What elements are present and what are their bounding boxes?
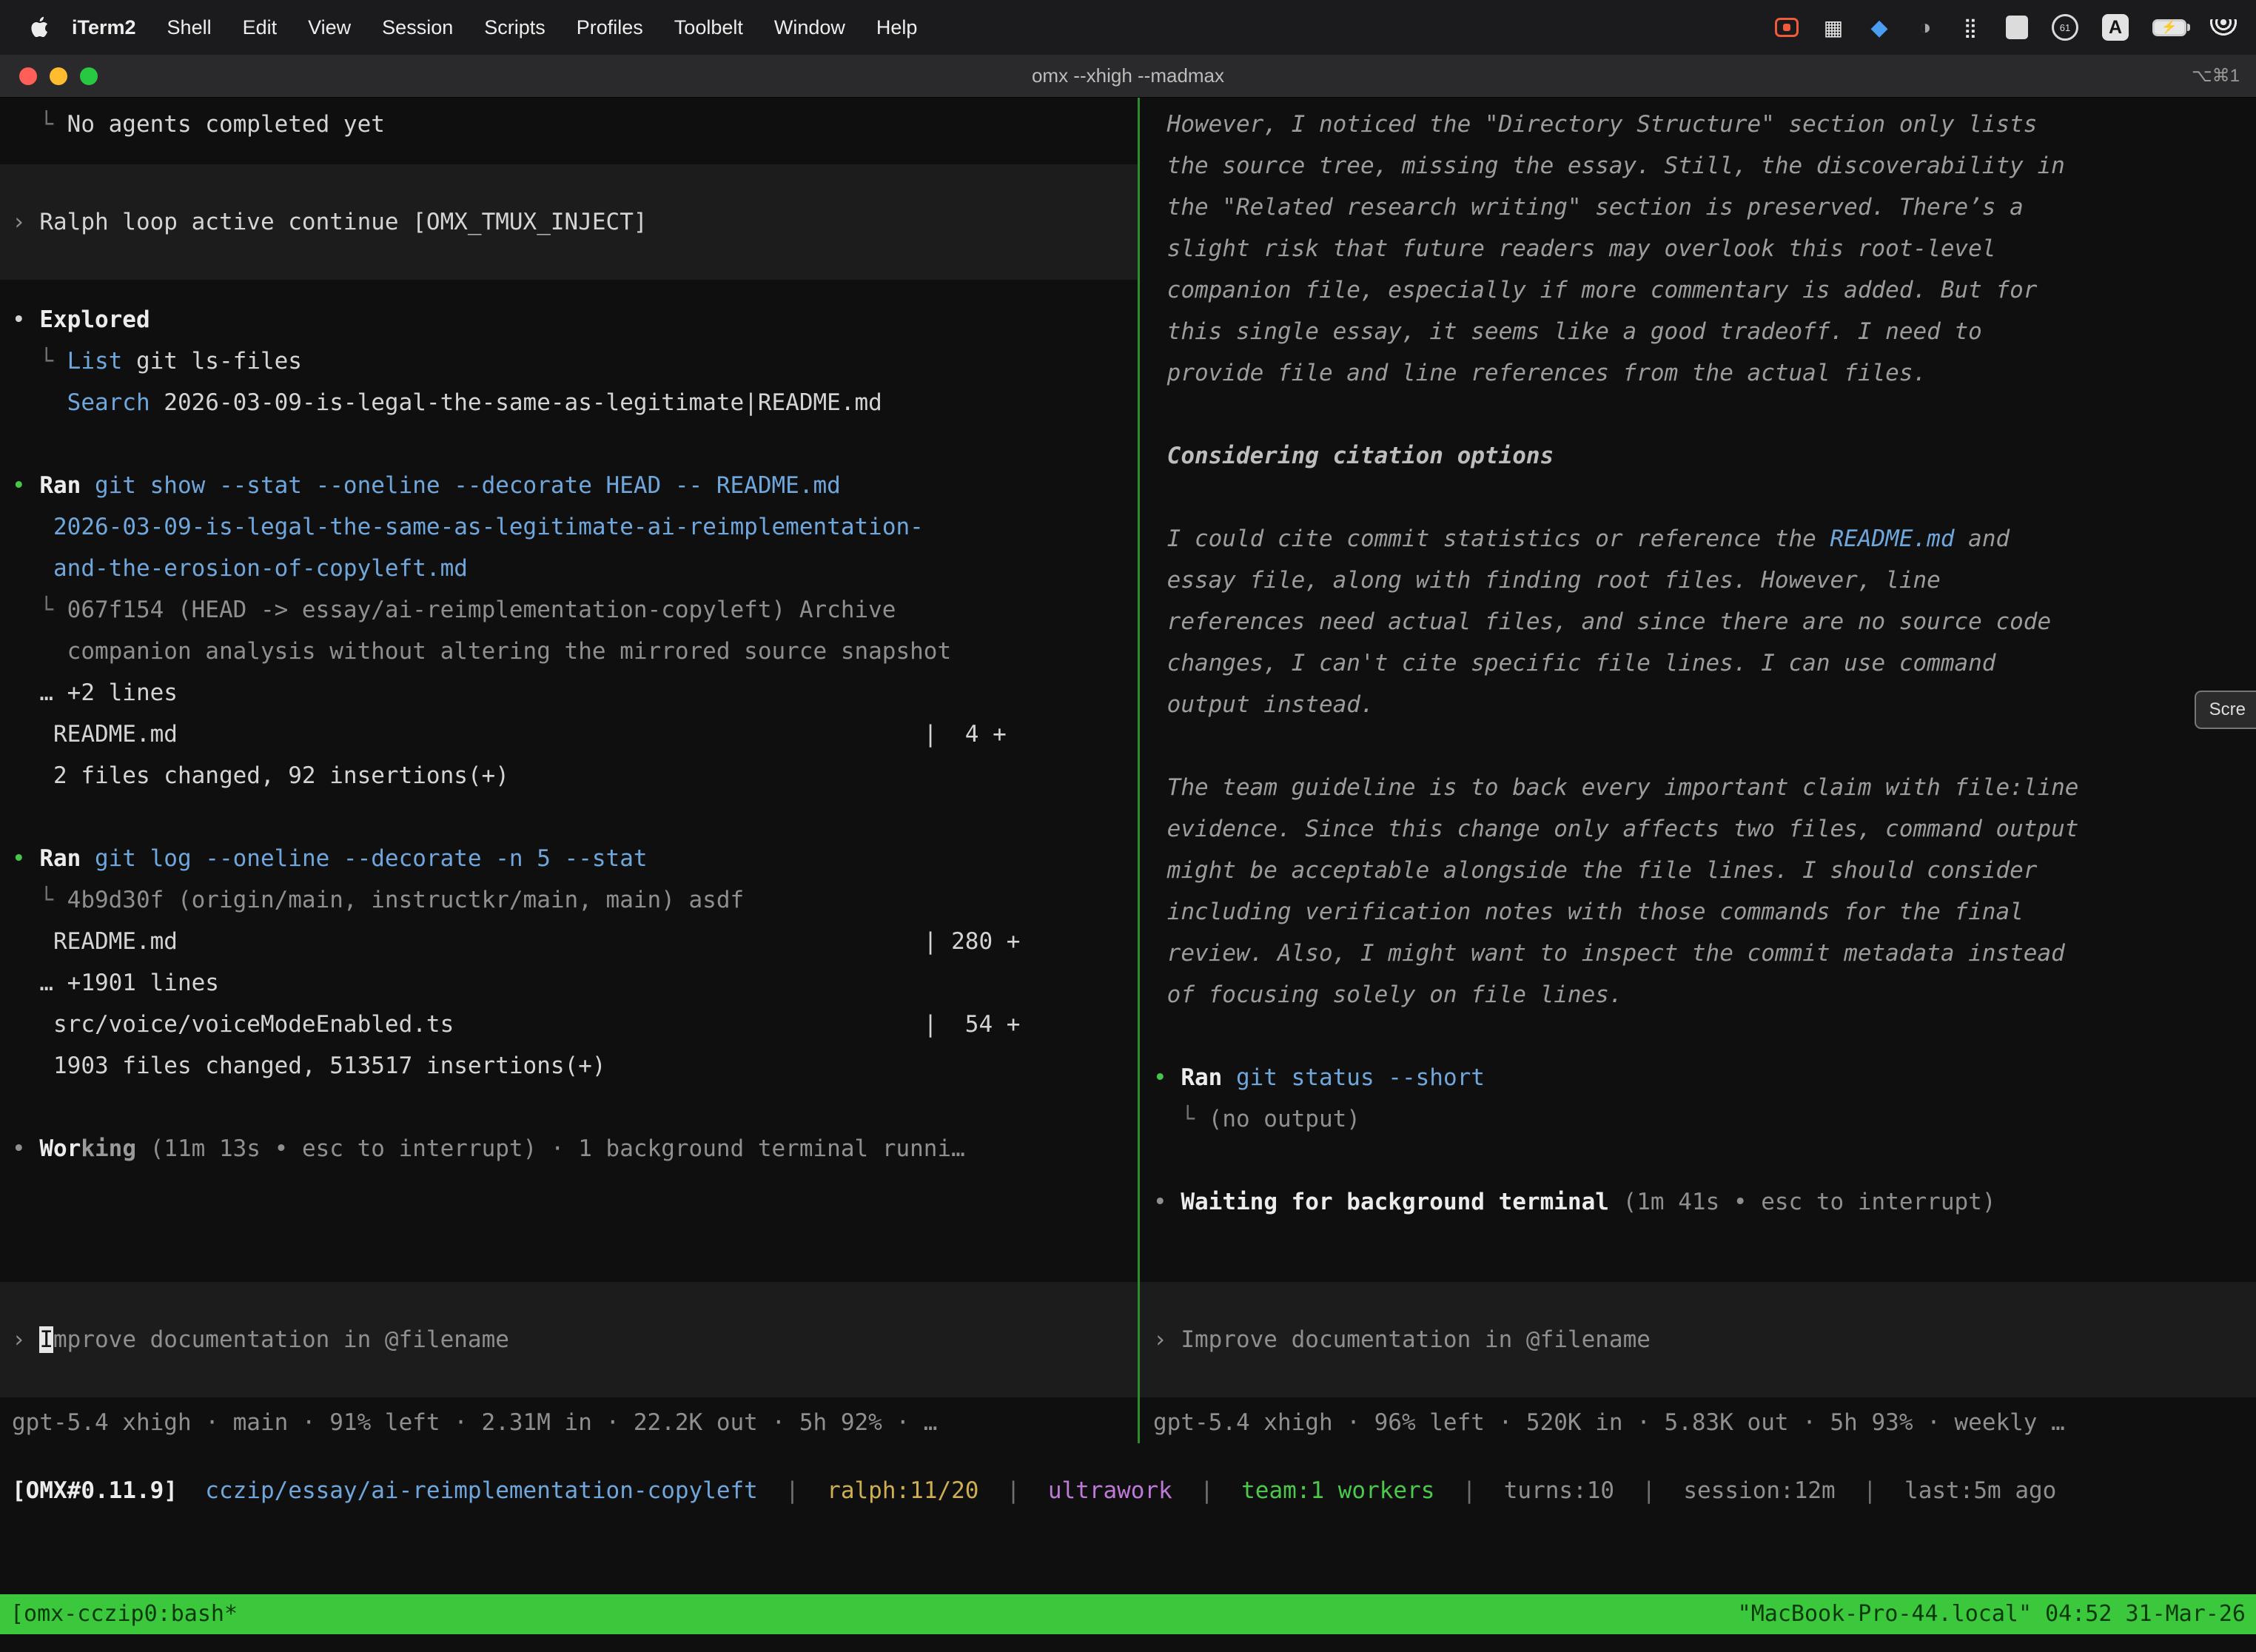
terminal-line: essay file, along with finding root file… — [1153, 560, 2256, 601]
terminal-line: … +1901 lines — [12, 962, 1138, 1004]
apple-menu-icon[interactable] — [30, 16, 49, 38]
grid-icon[interactable]: ▦ — [1822, 13, 1844, 41]
terminal-line: Considering citation options — [1153, 435, 2256, 477]
right-pane[interactable]: However, I noticed the "Directory Struct… — [1140, 98, 2256, 1443]
menu-item-toolbelt[interactable]: Toolbelt — [659, 16, 759, 39]
terminal-line: provide file and line references from th… — [1153, 352, 2256, 394]
window-hotkey-label: ⌥⌘1 — [2192, 65, 2256, 87]
battery-icon[interactable] — [2152, 19, 2186, 36]
terminal-line: evidence. Since this change only affects… — [1153, 808, 2256, 850]
terminal-line: The team guideline is to back every impo… — [1153, 767, 2256, 808]
terminal-line: Search 2026-03-09-is-legal-the-same-as-l… — [12, 382, 1138, 423]
window-controls — [0, 67, 98, 85]
terminal-line: companion file, especially if more comme… — [1153, 269, 2256, 311]
menu-item-help[interactable]: Help — [861, 16, 933, 39]
input-source-icon[interactable]: A — [2102, 14, 2129, 41]
left-pane[interactable]: └ No agents completed yet › Ralph loop ac… — [0, 98, 1138, 1443]
blank-line — [1153, 477, 2256, 518]
session-status-line: gpt-5.4 xhigh · 96% left · 520K in · 5.8… — [1153, 1397, 2256, 1443]
tmux-session-label: [omx-cczip0:bash* — [10, 1594, 238, 1635]
terminal-line: • Ran git log --oneline --decorate -n 5 … — [12, 838, 1138, 879]
terminal-line: might be acceptable alongside the file l… — [1153, 850, 2256, 891]
terminal-line: └ 4b9d30f (origin/main, instructkr/main,… — [12, 879, 1138, 921]
terminal-line: the "Related research writing" section i… — [1153, 187, 2256, 228]
terminal-line: 2 files changed, 92 insertions(+) — [12, 755, 1138, 796]
menubar-status-icons: ▦ ◆ ◑ ⣿ 61 A — [1775, 13, 2237, 41]
menu-item-scripts[interactable]: Scripts — [469, 16, 561, 39]
terminal-line: 1903 files changed, 513517 insertions(+) — [12, 1045, 1138, 1087]
blank-line — [12, 1087, 1138, 1128]
terminal-line: └ List git ls-files — [12, 340, 1138, 382]
blank-line — [1153, 1015, 2256, 1057]
menu-item-profiles[interactable]: Profiles — [561, 16, 659, 39]
menu-items: iTerm2ShellEditViewSessionScriptsProfile… — [56, 16, 933, 39]
blank-line — [1153, 725, 2256, 767]
terminal-line: README.md | 280 + — [12, 921, 1138, 962]
terminal-line: └ No agents completed yet — [12, 104, 1138, 145]
session-status-line: gpt-5.4 xhigh · main · 91% left · 2.31M … — [12, 1397, 1138, 1443]
terminal-line: and-the-erosion-of-copyleft.md — [12, 548, 1138, 589]
tmux-status-bar: [omx-cczip0:bash* "MacBook-Pro-44.local"… — [0, 1594, 2256, 1634]
terminal-line: changes, I can't cite specific file line… — [1153, 642, 2256, 684]
menu-item-edit[interactable]: Edit — [227, 16, 293, 39]
ralph-banner: › Ralph loop active continue [OMX_TMUX_I… — [0, 164, 1138, 280]
terminal-line: companion analysis without altering the … — [12, 631, 1138, 672]
screen-share-tooltip: Scre — [2195, 691, 2256, 729]
terminal-line: the source tree, missing the essay. Stil… — [1153, 145, 2256, 187]
menu-bar: iTerm2ShellEditViewSessionScriptsProfile… — [0, 0, 2256, 55]
menu-item-view[interactable]: View — [292, 16, 366, 39]
blue-app-icon[interactable]: ◆ — [1868, 13, 1890, 41]
terminal-line: output instead. — [1153, 684, 2256, 725]
zoom-button[interactable] — [80, 67, 98, 85]
terminal-line: └ (no output) — [1153, 1098, 2256, 1140]
terminal-line: of focusing solely on file lines. — [1153, 974, 2256, 1015]
terminal-line: • Working (11m 13s • esc to interrupt) ·… — [12, 1128, 1138, 1169]
dark-app-icon[interactable]: ◑ — [1914, 13, 1936, 41]
terminal-line: I could cite commit statistics or refere… — [1153, 518, 2256, 560]
prompt-input[interactable]: › Improve documentation in @filename — [0, 1282, 1138, 1397]
tmux-host-clock: "MacBook-Pro-44.local" 04:52 31-Mar-26 — [1738, 1594, 2246, 1635]
terminal-line: However, I noticed the "Directory Struct… — [1153, 104, 2256, 145]
terminal-line: • Ran git show --stat --oneline --decora… — [12, 465, 1138, 506]
terminal-line: • Ran git status --short — [1153, 1057, 2256, 1098]
screen-recording-icon[interactable] — [1775, 18, 1799, 37]
terminal-line: review. Also, I might want to inspect th… — [1153, 933, 2256, 974]
terminal-line: 2026-03-09-is-legal-the-same-as-legitima… — [12, 506, 1138, 548]
terminal-line: including verification notes with those … — [1153, 891, 2256, 933]
terminal-line: README.md | 4 + — [12, 713, 1138, 755]
wifi-icon[interactable] — [2210, 19, 2237, 36]
window-title: omx --xhigh --madmax — [1032, 64, 1224, 87]
blank-line — [12, 423, 1138, 465]
window-title-bar[interactable]: omx --xhigh --madmax ⌥⌘1 — [0, 55, 2256, 98]
blank-line — [1153, 1140, 2256, 1181]
menu-item-shell[interactable]: Shell — [152, 16, 227, 39]
blank-line — [1153, 394, 2256, 435]
tmux-panes: └ No agents completed yet › Ralph loop ac… — [0, 98, 2256, 1443]
menu-item-session[interactable]: Session — [366, 16, 469, 39]
menu-item-window[interactable]: Window — [759, 16, 861, 39]
terminal-line: └ 067f154 (HEAD -> essay/ai-reimplementa… — [12, 589, 1138, 631]
terminal-line: slight risk that future readers may over… — [1153, 228, 2256, 269]
menu-item-iterm2[interactable]: iTerm2 — [56, 16, 152, 39]
terminal-line: src/voice/voiceModeEnabled.ts | 54 + — [12, 1004, 1138, 1045]
terminal-line: … +2 lines — [12, 672, 1138, 713]
key-icon[interactable] — [2006, 16, 2028, 39]
terminal-line: • Explored — [12, 299, 1138, 340]
dots-grid-icon[interactable]: ⣿ — [1960, 13, 1982, 41]
screen: iTerm2ShellEditViewSessionScriptsProfile… — [0, 0, 2256, 1652]
minimize-button[interactable] — [50, 67, 67, 85]
blank-line — [12, 796, 1138, 838]
terminal: └ No agents completed yet › Ralph loop ac… — [0, 98, 2256, 1652]
terminal-line: this single essay, it seems like a good … — [1153, 311, 2256, 352]
close-button[interactable] — [19, 67, 37, 85]
terminal-line: • Waiting for background terminal (1m 41… — [1153, 1181, 2256, 1223]
battery-percent-icon[interactable]: 61 — [2052, 14, 2078, 41]
omx-status-bar: [OMX#0.11.9] cczip/essay/ai-reimplementa… — [12, 1470, 2056, 1511]
prompt-input[interactable]: › Improve documentation in @filename — [1140, 1282, 2256, 1397]
terminal-line: references need actual files, and since … — [1153, 601, 2256, 642]
